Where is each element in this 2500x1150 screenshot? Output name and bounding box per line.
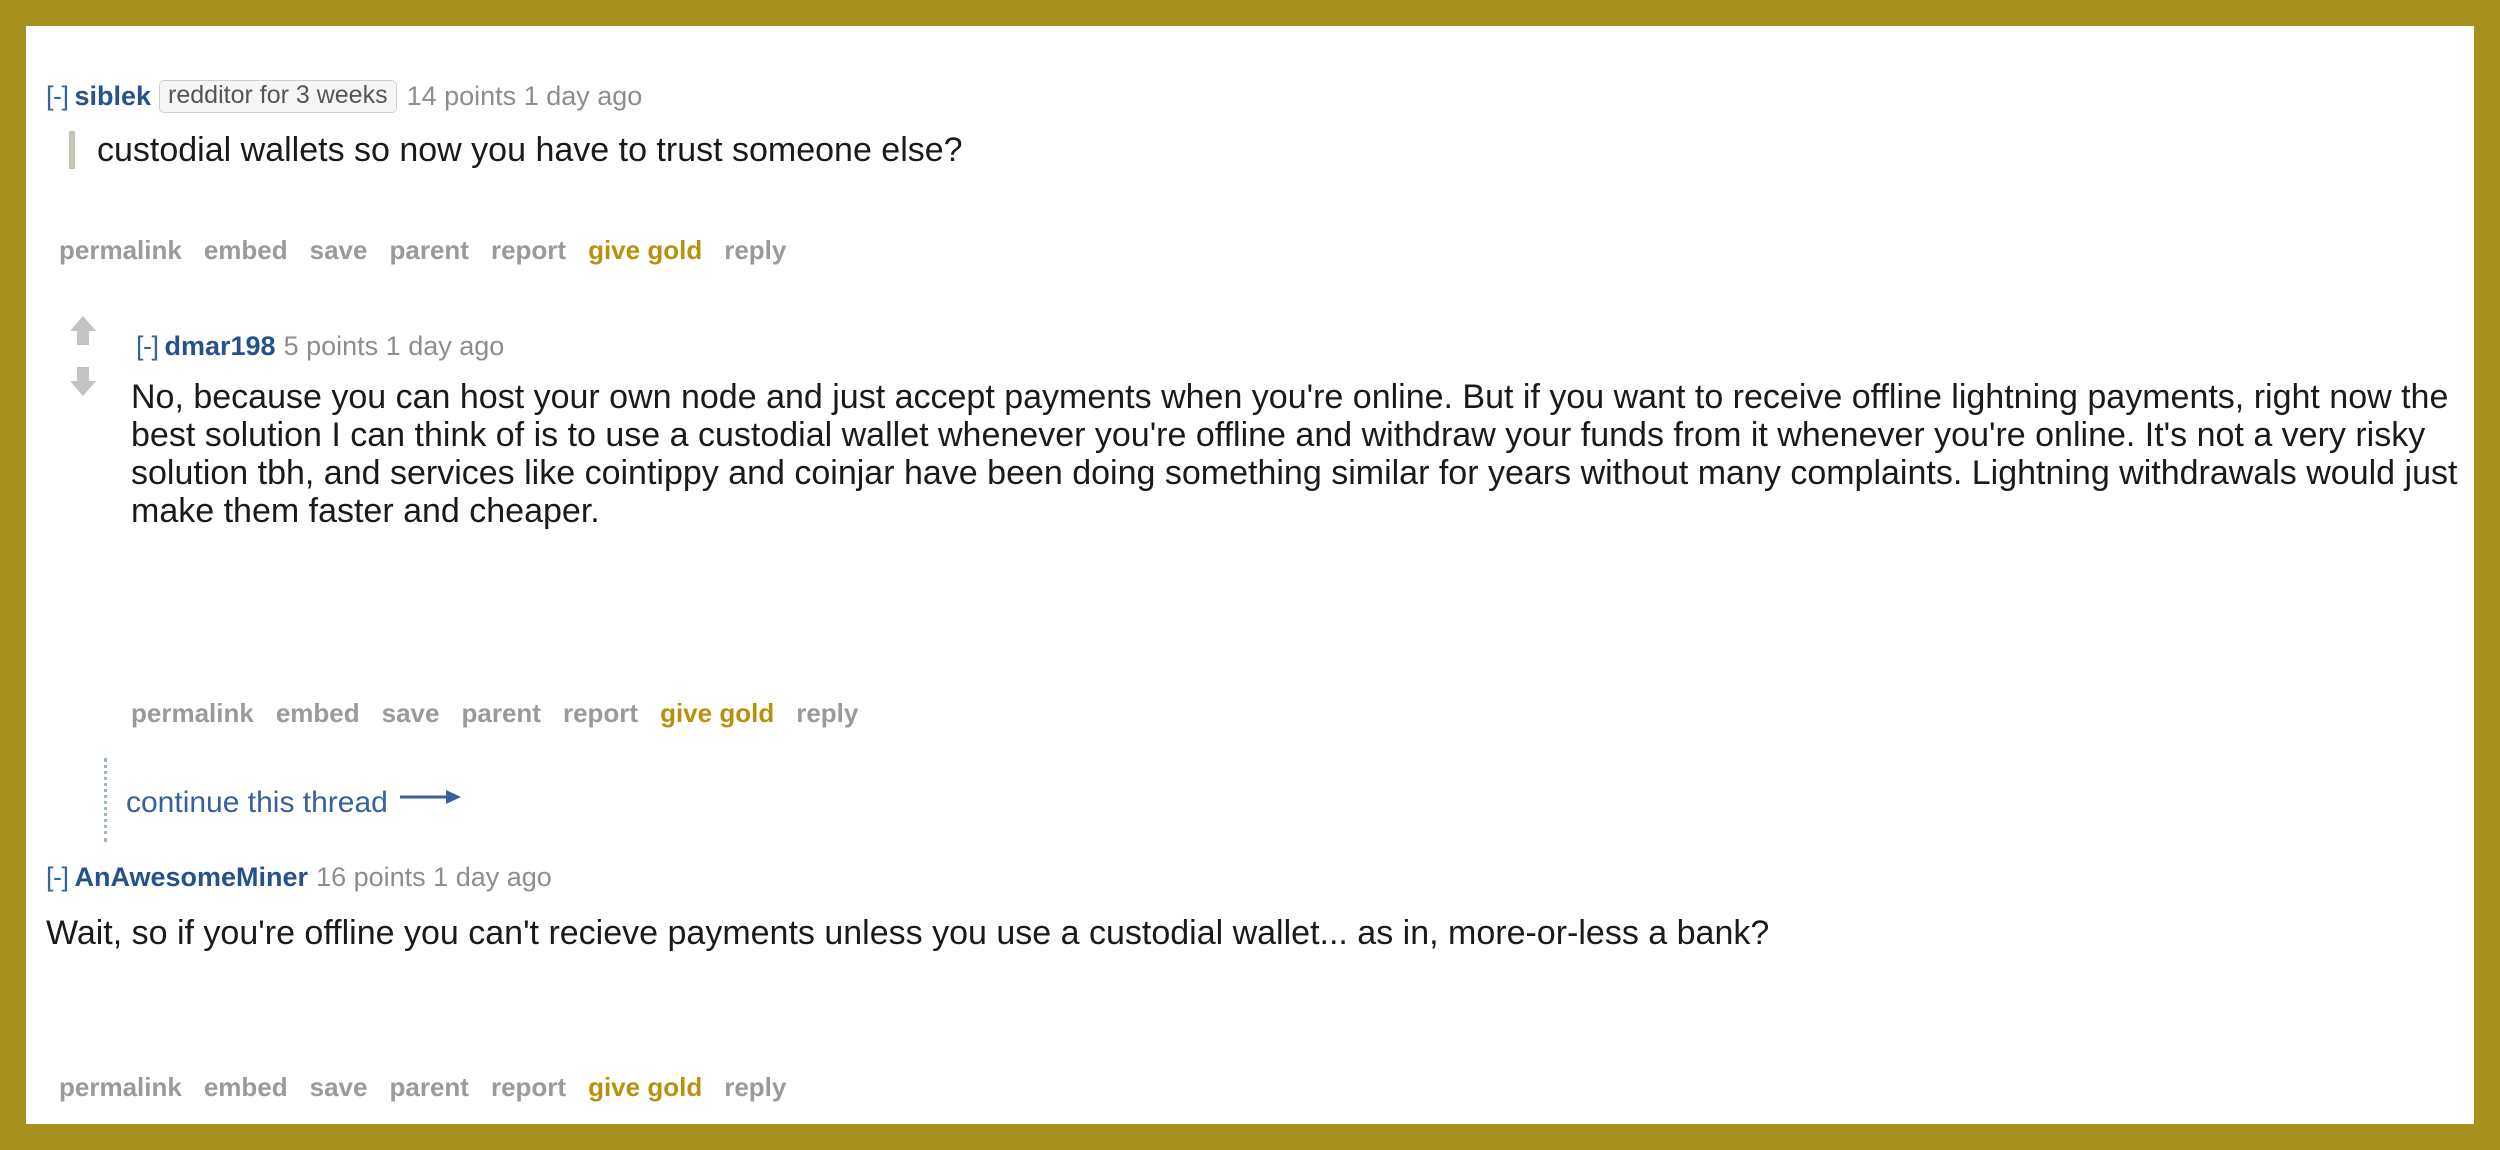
comment-timestamp: 1 day ago	[523, 81, 643, 111]
permalink-link[interactable]: permalink	[59, 235, 182, 265]
comment-tagline: [-] dmar198 5 points 1 day ago	[136, 333, 504, 360]
reply-link[interactable]: reply	[724, 1072, 786, 1102]
save-link[interactable]: save	[310, 235, 368, 265]
give-gold-link[interactable]: give gold	[588, 1072, 702, 1102]
comment-actions: permalink embed save parent report give gold r…	[131, 700, 858, 726]
arrow-down-stem-icon	[77, 367, 89, 381]
embed-link[interactable]: embed	[276, 698, 360, 728]
comment-score: 14 points	[406, 81, 517, 111]
comment-text: custodial wallets so now you have to tru…	[97, 131, 963, 169]
continue-thread-label: continue this thread	[126, 786, 388, 819]
comment-author-link[interactable]: siblek	[75, 81, 152, 111]
give-gold-link[interactable]: give gold	[588, 235, 702, 265]
arrow-up-stem-icon	[77, 331, 89, 345]
vote-arrows	[64, 316, 102, 396]
parent-link[interactable]: parent	[461, 698, 540, 728]
collapse-toggle[interactable]: [-]	[46, 862, 69, 892]
thread-rail	[104, 758, 107, 842]
reply-link[interactable]: reply	[796, 698, 858, 728]
comment-body: custodial wallets so now you have to tru…	[69, 131, 2369, 170]
comment-thread-viewport: [-] siblek redditor for 3 weeks 14 points 1…	[26, 26, 2474, 1124]
continue-thread-link[interactable]: continue this thread	[126, 786, 462, 820]
continue-thread-row: continue this thread	[104, 758, 462, 842]
vote-spacer	[64, 345, 102, 367]
parent-link[interactable]: parent	[389, 235, 468, 265]
comment-actions: permalink embed save parent report give gold r…	[59, 1074, 786, 1100]
report-link[interactable]: report	[491, 235, 566, 265]
parent-link[interactable]: parent	[389, 1072, 468, 1102]
embed-link[interactable]: embed	[204, 235, 288, 265]
comment-author-link[interactable]: AnAwesomeMiner	[75, 862, 309, 892]
collapse-toggle[interactable]: [-]	[46, 81, 69, 111]
comment-score: 5 points	[283, 331, 379, 361]
comment-body: No, because you can host your own node a…	[131, 378, 2474, 530]
comment-timestamp: 1 day ago	[433, 862, 552, 892]
comment-timestamp: 1 day ago	[385, 331, 505, 361]
comment-actions: permalink embed save parent report give gold r…	[59, 237, 786, 263]
permalink-link[interactable]: permalink	[59, 1072, 182, 1102]
report-link[interactable]: report	[491, 1072, 566, 1102]
embed-link[interactable]: embed	[204, 1072, 288, 1102]
comment-tagline: [-] siblek redditor for 3 weeks 14 points 1…	[46, 80, 642, 113]
report-link[interactable]: report	[563, 698, 638, 728]
comment-tagline: [-] AnAwesomeMiner 16 points 1 day ago	[46, 864, 552, 891]
comment-body: Wait, so if you're offline you can't rec…	[46, 914, 2441, 952]
redditor-age-badge: redditor for 3 weeks	[159, 80, 397, 113]
downvote-button[interactable]	[64, 367, 102, 396]
save-link[interactable]: save	[382, 698, 440, 728]
give-gold-link[interactable]: give gold	[660, 698, 774, 728]
long-right-arrow-icon	[399, 781, 462, 815]
arrow-down-icon	[70, 381, 96, 396]
collapse-toggle[interactable]: [-]	[136, 331, 159, 361]
save-link[interactable]: save	[310, 1072, 368, 1102]
reply-link[interactable]: reply	[724, 235, 786, 265]
blockquote: custodial wallets so now you have to tru…	[69, 131, 2369, 170]
comment-text: No, because you can host your own node a…	[131, 378, 2458, 531]
screenshot-frame: [-] siblek redditor for 3 weeks 14 points 1…	[0, 0, 2500, 1150]
comment-score: 16 points	[316, 862, 426, 892]
arrow-up-icon	[70, 316, 96, 331]
comment-author-link[interactable]: dmar198	[165, 331, 276, 361]
permalink-link[interactable]: permalink	[131, 698, 254, 728]
comment-text: Wait, so if you're offline you can't rec…	[46, 914, 1770, 952]
upvote-button[interactable]	[64, 316, 102, 345]
